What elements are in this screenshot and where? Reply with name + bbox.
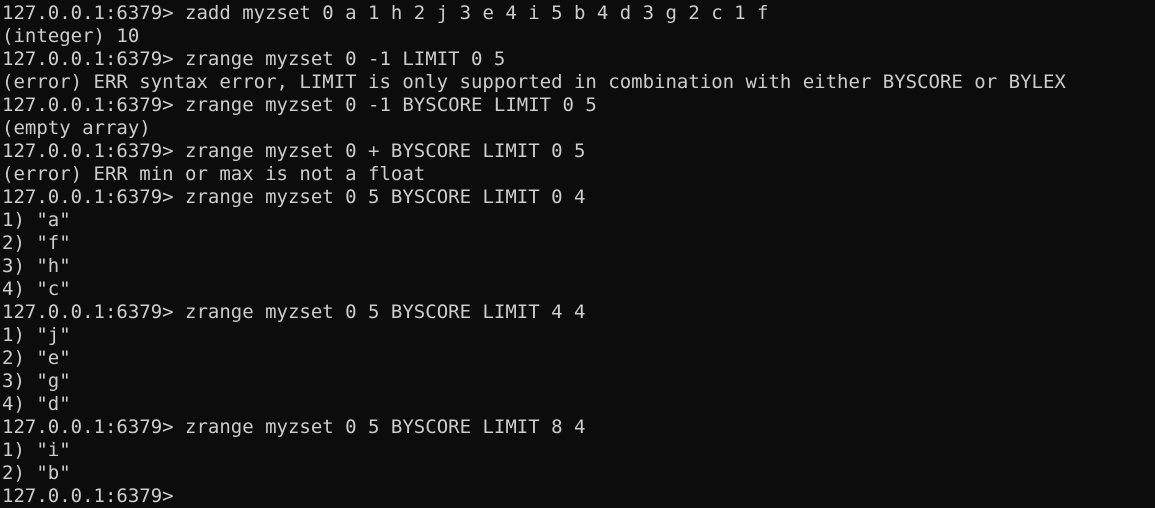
prompt: 127.0.0.1:6379> bbox=[2, 186, 186, 208]
output-line: (empty array) bbox=[2, 117, 151, 139]
result-item: 2) "b" bbox=[2, 462, 71, 484]
command-line: 127.0.0.1:6379> zrange myzset 0 -1 BYSCO… bbox=[2, 94, 1155, 117]
command-text: zrange myzset 0 5 BYSCORE LIMIT 4 4 bbox=[185, 301, 586, 323]
error-output-line: (error) ERR min or max is not a float bbox=[2, 163, 426, 185]
prompt: 127.0.0.1:6379> bbox=[2, 301, 186, 323]
prompt: 127.0.0.1:6379> bbox=[2, 94, 186, 116]
command-text: zrange myzset 0 5 BYSCORE LIMIT 8 4 bbox=[185, 416, 586, 438]
result-item: 2) "e" bbox=[2, 347, 71, 369]
command-line: 127.0.0.1:6379> zrange myzset 0 5 BYSCOR… bbox=[2, 186, 1155, 209]
command-text: zadd myzset 0 a 1 h 2 j 3 e 4 i 5 b 4 d … bbox=[185, 2, 769, 24]
command-line: 127.0.0.1:6379> zrange myzset 0 5 BYSCOR… bbox=[2, 301, 1155, 324]
prompt: 127.0.0.1:6379> bbox=[2, 2, 186, 24]
error-output-line: (error) ERR syntax error, LIMIT is only … bbox=[2, 71, 1066, 93]
command-text: zrange myzset 0 -1 LIMIT 0 5 bbox=[185, 48, 506, 70]
result-item: 3) "h" bbox=[2, 255, 71, 277]
output-line: (integer) 10 bbox=[2, 25, 140, 47]
active-input-line[interactable]: 127.0.0.1:6379> bbox=[2, 485, 1155, 508]
prompt: 127.0.0.1:6379> bbox=[2, 140, 186, 162]
result-item: 4) "d" bbox=[2, 393, 71, 415]
result-item: 3) "g" bbox=[2, 370, 71, 392]
prompt: 127.0.0.1:6379> bbox=[2, 416, 186, 438]
command-text: zrange myzset 0 + BYSCORE LIMIT 0 5 bbox=[185, 140, 586, 162]
command-text: zrange myzset 0 5 BYSCORE LIMIT 0 4 bbox=[185, 186, 586, 208]
command-line: 127.0.0.1:6379> zrange myzset 0 -1 LIMIT… bbox=[2, 48, 1155, 71]
prompt: 127.0.0.1:6379> bbox=[2, 48, 186, 70]
prompt: 127.0.0.1:6379> bbox=[2, 485, 186, 507]
terminal-window[interactable]: 127.0.0.1:6379> zadd myzset 0 a 1 h 2 j … bbox=[0, 0, 1155, 508]
result-item: 1) "i" bbox=[2, 439, 71, 461]
result-item: 2) "f" bbox=[2, 232, 71, 254]
command-line: 127.0.0.1:6379> zrange myzset 0 + BYSCOR… bbox=[2, 140, 1155, 163]
result-item: 1) "j" bbox=[2, 324, 71, 346]
result-item: 1) "a" bbox=[2, 209, 71, 231]
command-line: 127.0.0.1:6379> zrange myzset 0 5 BYSCOR… bbox=[2, 416, 1155, 439]
result-item: 4) "c" bbox=[2, 278, 71, 300]
command-text: zrange myzset 0 -1 BYSCORE LIMIT 0 5 bbox=[185, 94, 597, 116]
command-line: 127.0.0.1:6379> zadd myzset 0 a 1 h 2 j … bbox=[2, 2, 1155, 25]
